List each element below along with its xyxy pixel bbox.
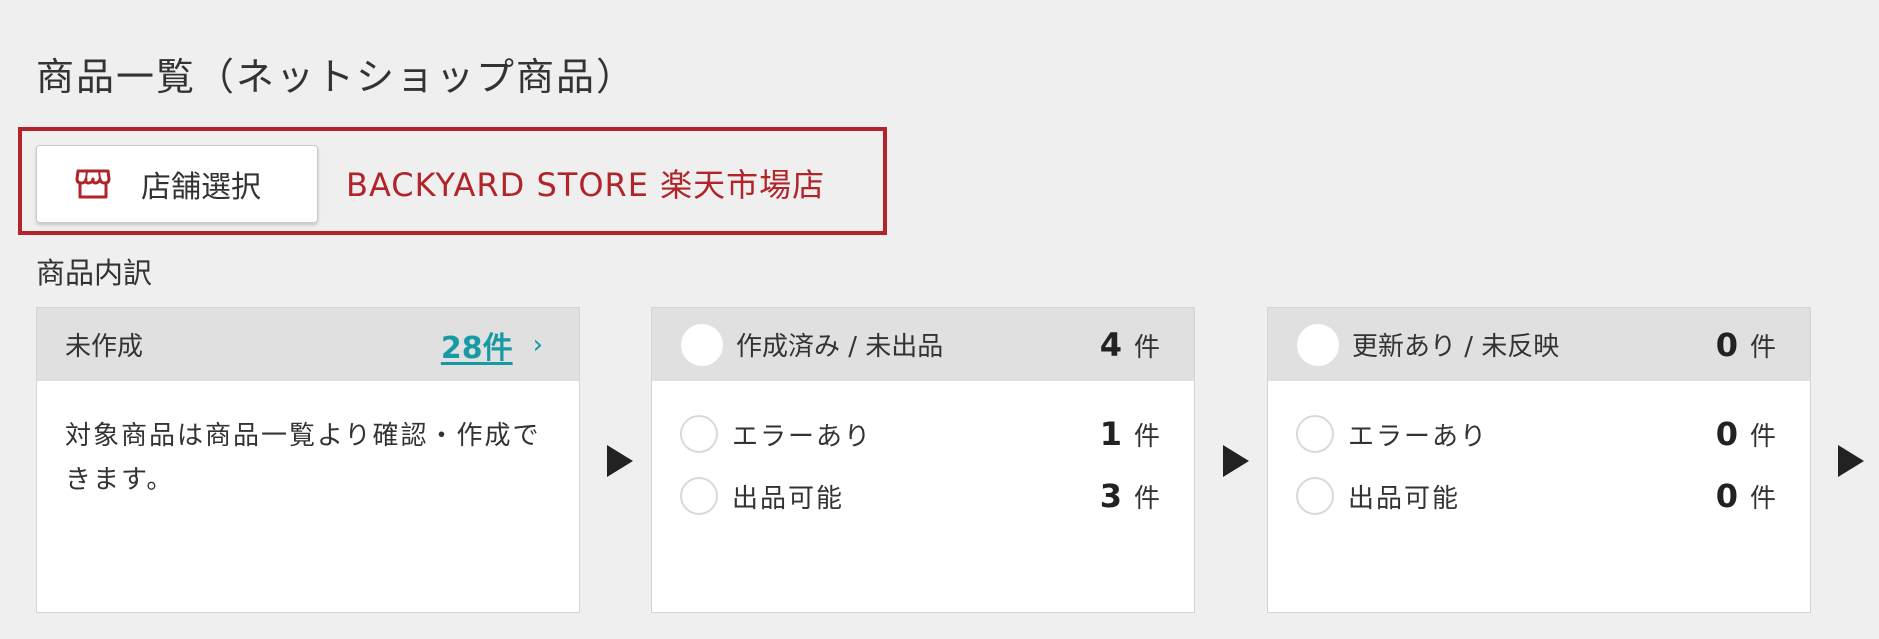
list-item-listable: 出品可能 3 件 (680, 471, 1194, 521)
count-unit: 件 (1749, 484, 1776, 514)
card-title: 作成済み / 未出品 (736, 332, 944, 362)
card-description: 対象商品は商品一覧より確認・作成できます。 (65, 421, 541, 495)
card-created-unlisted: 作成済み / 未出品 4 件 エラーあり 1 件 出品可能 3 件 (651, 307, 1195, 613)
card-header: 更新あり / 未反映 0 件 (1268, 308, 1810, 381)
row-count: 1 件 (1100, 415, 1160, 453)
row-count: 0 件 (1716, 477, 1776, 515)
row-count: 0 件 (1716, 415, 1776, 453)
card-count: 4 件 (1100, 326, 1160, 364)
count-number: 0 (1715, 415, 1738, 453)
status-circle-icon (1296, 415, 1334, 453)
status-circle-icon (680, 415, 718, 453)
card-header: 作成済み / 未出品 4 件 (652, 308, 1194, 381)
status-circle-icon (680, 322, 724, 367)
uncreated-count[interactable]: 28件 (441, 323, 513, 367)
row-label: エラーあり (1348, 421, 1489, 452)
status-circle-icon (1296, 322, 1340, 367)
breakdown-section-label: 商品内訳 (36, 256, 153, 290)
count-unit: 件 (1749, 422, 1776, 452)
status-circle-icon (1296, 477, 1334, 515)
row-label: 出品可能 (732, 483, 845, 514)
card-uncreated: 未作成 28件 › 対象商品は商品一覧より確認・作成できます。 (36, 307, 580, 613)
count-unit: 件 (1749, 332, 1776, 363)
count-number: 3 (1099, 477, 1122, 515)
count-unit: 件 (1133, 484, 1160, 514)
list-item-error: エラーあり 1 件 (680, 409, 1194, 459)
count-number: 4 (1099, 325, 1122, 364)
list-item-error: エラーあり 0 件 (1296, 409, 1810, 459)
card-title: 未作成 (65, 332, 144, 362)
count-number: 0 (1715, 325, 1738, 364)
chevron-right-icon: › (532, 329, 543, 360)
status-circle-icon (680, 477, 718, 515)
page-title: 商品一覧（ネットショップ商品） (36, 55, 637, 99)
list-item-listable: 出品可能 0 件 (1296, 471, 1810, 521)
arrow-right-icon (607, 445, 633, 477)
store-select-button-label: 店舗選択 (141, 170, 261, 205)
uncreated-count-link[interactable]: 28件 › (441, 323, 543, 367)
card-title: 更新あり / 未反映 (1352, 332, 1560, 362)
count-number: 0 (1715, 477, 1738, 515)
card-updated-unreflected: 更新あり / 未反映 0 件 エラーあり 0 件 出品可能 0 件 (1267, 307, 1811, 613)
count-number: 1 (1099, 415, 1122, 453)
row-count: 3 件 (1100, 477, 1160, 515)
selected-store-name: BACKYARD STORE 楽天市場店 (346, 166, 826, 204)
store-icon (75, 168, 111, 200)
card-count: 0 件 (1716, 326, 1776, 364)
row-label: エラーあり (732, 421, 873, 452)
count-unit: 件 (1133, 332, 1160, 363)
arrow-right-icon (1838, 445, 1864, 477)
count-unit: 件 (1133, 422, 1160, 452)
store-select-button[interactable]: 店舗選択 (36, 145, 318, 223)
card-header: 未作成 28件 › (37, 308, 579, 381)
arrow-right-icon (1223, 445, 1249, 477)
row-label: 出品可能 (1348, 483, 1461, 514)
